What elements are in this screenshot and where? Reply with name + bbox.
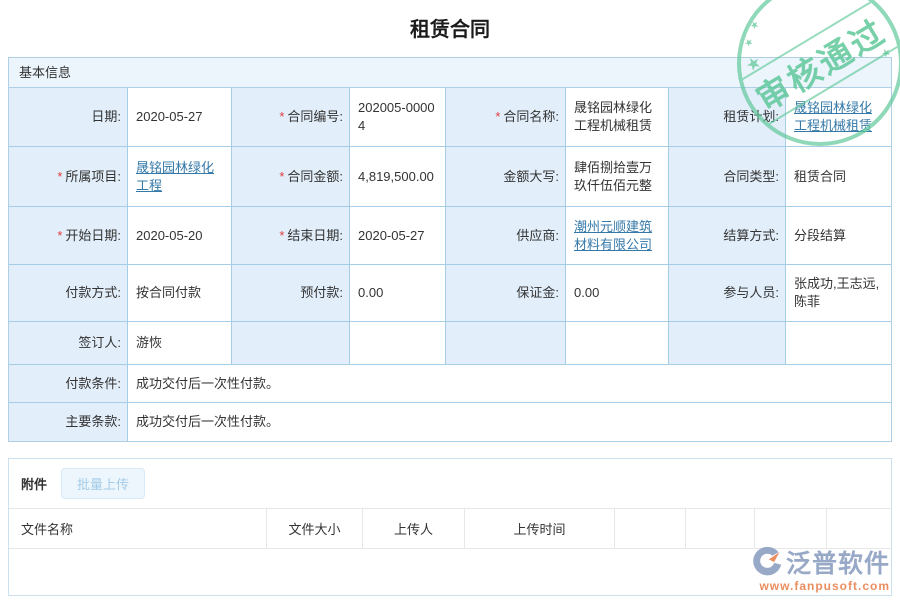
- required-marker: *: [57, 227, 62, 245]
- form-row: 付款条件: 成功交付后一次性付款。: [9, 365, 891, 403]
- form-row: 签订人: 游恢: [9, 322, 891, 365]
- field-payment-terms-label: 付款条件:: [9, 365, 127, 402]
- empty-label-cell: [231, 322, 349, 364]
- column-empty: [754, 509, 826, 548]
- field-supplier-value: 潮州元顺建筑材料有限公司: [565, 207, 668, 264]
- field-signer-value: 游恢: [127, 322, 231, 364]
- form-row: *所属项目: 晟铭园林绿化工程 *合同金额: 4,819,500.00 金额大写…: [9, 147, 891, 207]
- field-project-label: *所属项目:: [9, 147, 127, 206]
- field-deposit-label: 保证金:: [445, 265, 565, 321]
- form-row: *开始日期: 2020-05-20 *结束日期: 2020-05-27 供应商:…: [9, 207, 891, 265]
- field-date-value: 2020-05-27: [127, 88, 231, 146]
- field-main-terms-label: 主要条款:: [9, 403, 127, 441]
- fanpu-logo-icon: [751, 546, 783, 578]
- field-amount-words-value: 肆佰捌拾壹万玖仟伍佰元整: [565, 147, 668, 206]
- field-contract-type-value: 租赁合同: [785, 147, 891, 206]
- field-payment-method-value: 按合同付款: [127, 265, 231, 321]
- field-payment-terms-value: 成功交付后一次性付款。: [127, 365, 891, 402]
- field-prepayment-value: 0.00: [349, 265, 445, 321]
- form-row: 主要条款: 成功交付后一次性付款。: [9, 403, 891, 441]
- column-empty: [685, 509, 754, 548]
- field-signer-label: 签订人:: [9, 322, 127, 364]
- form-row: 付款方式: 按合同付款 预付款: 0.00 保证金: 0.00 参与人员: 张成…: [9, 265, 891, 322]
- page-title: 租赁合同: [0, 0, 900, 42]
- empty-value-cell: [349, 322, 445, 364]
- field-contract-amount-label: *合同金额:: [231, 147, 349, 206]
- field-contract-amount-value: 4,819,500.00: [349, 147, 445, 206]
- field-supplier-label: 供应商:: [445, 207, 565, 264]
- column-uploader: 上传人: [362, 509, 464, 548]
- field-settlement-label: 结算方式:: [668, 207, 785, 264]
- vendor-watermark: 泛普软件 www.fanpusoft.com: [751, 544, 890, 593]
- empty-value-cell: [785, 322, 891, 364]
- column-file-name: 文件名称: [9, 509, 266, 548]
- vendor-brand-name: 泛普软件: [786, 544, 890, 580]
- column-empty: [826, 509, 891, 548]
- field-contract-name-label: *合同名称:: [445, 88, 565, 146]
- field-contract-no-label: *合同编号:: [231, 88, 349, 146]
- basic-info-section-title: 基本信息: [9, 58, 891, 88]
- column-empty: [614, 509, 685, 548]
- field-end-date-value: 2020-05-27: [349, 207, 445, 264]
- attachments-table-header: 文件名称 文件大小 上传人 上传时间: [9, 508, 891, 549]
- form-row: 日期: 2020-05-27 *合同编号: 202005-00004 *合同名称…: [9, 88, 891, 147]
- column-upload-time: 上传时间: [464, 509, 614, 548]
- field-contract-name-value: 晟铭园林绿化工程机械租赁: [565, 88, 668, 146]
- supplier-link[interactable]: 潮州元顺建筑材料有限公司: [574, 218, 660, 253]
- field-settlement-value: 分段结算: [785, 207, 891, 264]
- field-project-value: 晟铭园林绿化工程: [127, 147, 231, 206]
- field-start-date-value: 2020-05-20: [127, 207, 231, 264]
- field-start-date-label: *开始日期:: [9, 207, 127, 264]
- project-link[interactable]: 晟铭园林绿化工程: [136, 159, 223, 194]
- field-lease-plan-value: 晟铭园林绿化工程机械租赁: [785, 88, 891, 146]
- empty-value-cell: [565, 322, 668, 364]
- field-deposit-value: 0.00: [565, 265, 668, 321]
- batch-upload-button[interactable]: 批量上传: [61, 468, 145, 499]
- attachments-section-title: 附件: [21, 474, 47, 493]
- field-date-label: 日期:: [9, 88, 127, 146]
- field-contract-type-label: 合同类型:: [668, 147, 785, 206]
- empty-label-cell: [445, 322, 565, 364]
- page: { "page": { "title": "租赁合同" }, "stamp": …: [0, 0, 900, 600]
- required-marker: *: [279, 227, 284, 245]
- required-marker: *: [279, 168, 284, 186]
- basic-info-panel: 基本信息 日期: 2020-05-27 *合同编号: 202005-00004 …: [8, 57, 892, 442]
- required-marker: *: [57, 168, 62, 186]
- empty-label-cell: [668, 322, 785, 364]
- column-file-size: 文件大小: [266, 509, 362, 548]
- field-end-date-label: *结束日期:: [231, 207, 349, 264]
- required-marker: *: [495, 108, 500, 126]
- field-contract-no-value: 202005-00004: [349, 88, 445, 146]
- field-participants-value: 张成功,王志远,陈菲: [785, 265, 891, 321]
- field-participants-label: 参与人员:: [668, 265, 785, 321]
- field-payment-method-label: 付款方式:: [9, 265, 127, 321]
- vendor-watermark-row: 泛普软件: [751, 544, 890, 580]
- required-marker: *: [279, 108, 284, 126]
- field-main-terms-value: 成功交付后一次性付款。: [127, 403, 891, 441]
- attachments-header: 附件 批量上传: [9, 459, 891, 506]
- field-amount-words-label: 金额大写:: [445, 147, 565, 206]
- lease-plan-link[interactable]: 晟铭园林绿化工程机械租赁: [794, 99, 883, 134]
- field-prepayment-label: 预付款:: [231, 265, 349, 321]
- vendor-url: www.fanpusoft.com: [759, 579, 890, 593]
- field-lease-plan-label: 租赁计划:: [668, 88, 785, 146]
